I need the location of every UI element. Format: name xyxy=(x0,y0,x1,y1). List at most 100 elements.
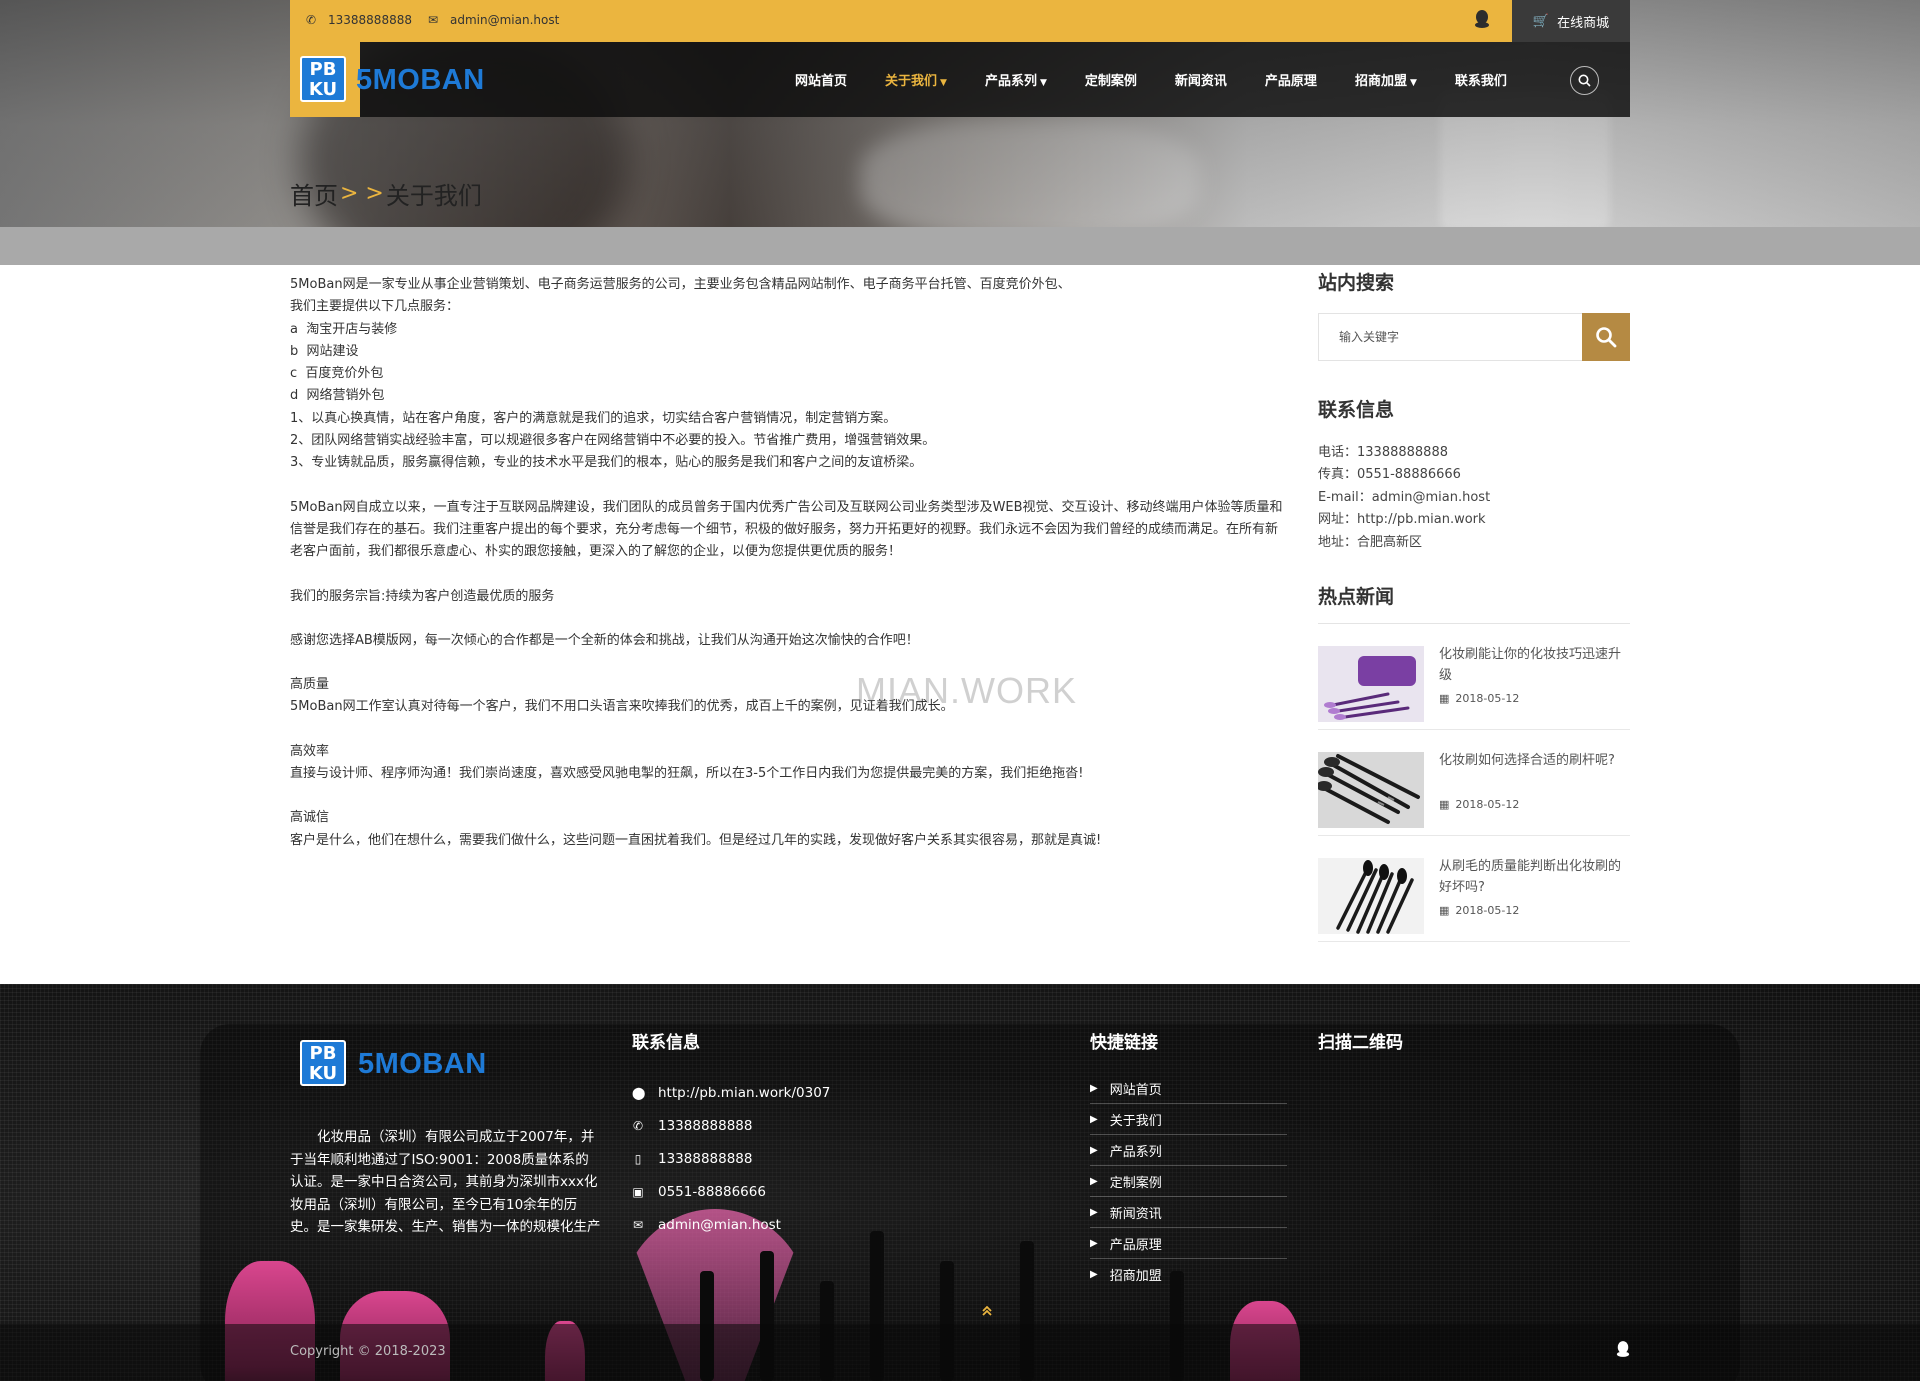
online-shop-label: 在线商城 xyxy=(1557,15,1610,31)
footer-contact-row: ⬤ http://pb.mian.work/0307 xyxy=(632,1084,831,1101)
footer-contact-row: ✆ 13388888888 xyxy=(632,1117,753,1134)
caret-down-icon: ▼ xyxy=(1039,78,1047,88)
news-thumbnail[interactable] xyxy=(1318,646,1424,723)
chevron-right-icon: ▶ xyxy=(1090,1269,1098,1280)
footer: PB KU 5MOBAN 化妆用品（深圳）有限公司成立于2007年，并于当年顺利… xyxy=(0,984,1920,1381)
contact-line: 地址：合肥高新区 xyxy=(1318,534,1423,550)
envelope-icon: ✉ xyxy=(632,1217,644,1232)
contact-line: 传真：0551-88886666 xyxy=(1318,467,1461,483)
content-paragraph: 高质量 5MoBan网工作室认真对待每一个客户，我们不用口头语言来吹捧我们的优秀… xyxy=(290,677,954,715)
search-icon xyxy=(1596,327,1617,348)
nav-item-franchise[interactable]: 招商加盟 ▼ xyxy=(1355,70,1417,89)
footer-contact-title: 联系信息 xyxy=(632,1033,700,1053)
footer-qr-title: 扫描二维码 xyxy=(1318,1033,1403,1053)
sidebar-search-title: 站内搜索 xyxy=(1318,272,1395,294)
qq-icon[interactable] xyxy=(1616,1341,1630,1361)
brand-name: 5MOBAN xyxy=(358,1048,487,1080)
footer-quick-links: ▶ 网站首页 ▶ 关于我们 ▶ 产品系列 ▶ 定制案例 ▶ 新闻资讯 ▶ 产品原理 ▶ 招商加… xyxy=(1090,1073,1287,1290)
footer-company-description: 化妆用品（深圳）有限公司成立于2007年，并于当年顺利地通过了ISO:9001：… xyxy=(290,1129,601,1236)
breadcrumb-separator: > > xyxy=(340,181,384,206)
sidebar-search-button[interactable] xyxy=(1582,313,1630,361)
nav-item-contact[interactable]: 联系我们 xyxy=(1455,70,1507,89)
news-thumbnail[interactable] xyxy=(1318,752,1424,829)
caret-down-icon: ▼ xyxy=(940,78,947,88)
news-title[interactable]: 从刷毛的质量能判断出化妆刷的好坏吗? xyxy=(1439,856,1630,898)
footer-contact-row: ✉ admin@mian.host xyxy=(632,1216,781,1233)
phone-icon: ✆ xyxy=(632,1118,644,1133)
footer-link[interactable]: ▶ 招商加盟 xyxy=(1090,1259,1287,1290)
main-navbar: PB KU 5MOBAN 网站首页 关于我们 ▼ 产品系列 ▼ 定制案例 新闻资讯 … xyxy=(290,42,1630,117)
news-date: ▦ 2018-05-12 xyxy=(1439,904,1520,918)
phone-icon: ✆ xyxy=(305,13,317,27)
sidebar-search-input[interactable] xyxy=(1319,314,1583,360)
nav-search-button[interactable] xyxy=(1570,66,1599,95)
about-content: 5MoBan网是一家专业从事企业营销策划、电子商务运营服务的公司，主要业务包含精… xyxy=(290,274,1286,852)
footer-link[interactable]: ▶ 产品原理 xyxy=(1090,1228,1287,1259)
caret-down-icon: ▼ xyxy=(1409,78,1417,88)
content-paragraph: 高诚信 客户是什么，他们在想什么，需要我们做什么，这些问题一直困扰着我们。但是经… xyxy=(290,810,1102,848)
footer-link[interactable]: ▶ 关于我们 xyxy=(1090,1104,1287,1135)
nav-item-products[interactable]: 产品系列 ▼ xyxy=(985,70,1047,89)
contact-line: 网址：http://pb.mian.work xyxy=(1318,512,1486,528)
chevron-right-icon: ▶ xyxy=(1090,1175,1098,1187)
content-paragraph: 我们的服务宗旨:持续为客户创造最优质的服务 xyxy=(290,588,555,604)
news-title[interactable]: 化妆刷如何选择合适的刷杆呢? xyxy=(1439,750,1630,771)
footer-links-title: 快捷链接 xyxy=(1090,1033,1158,1053)
footer-contact-row: ▣ 0551-88886666 xyxy=(632,1183,766,1200)
chevron-right-icon: ▶ xyxy=(1090,1082,1098,1094)
breadcrumb-current: 关于我们 xyxy=(385,182,482,210)
nav-item-home[interactable]: 网站首页 xyxy=(795,70,847,89)
brand-name[interactable]: 5MOBAN xyxy=(356,64,485,97)
calendar-icon: ▦ xyxy=(1439,798,1450,812)
breadcrumb-home[interactable]: 首页 xyxy=(290,176,338,211)
sidebar: 站内搜索 联系信息 电话：13388888888 传真：0551-8888666… xyxy=(1318,268,1630,943)
sidebar-contact-title: 联系信息 xyxy=(1318,399,1395,421)
brand-logo-mark: PB KU xyxy=(300,56,346,102)
news-item[interactable]: 化妆刷能让你的化妆技巧迅速升级 ▦ 2018-05-12 xyxy=(1318,624,1630,731)
footer-link[interactable]: ▶ 产品系列 xyxy=(1090,1135,1287,1166)
nav-item-cases[interactable]: 定制案例 xyxy=(1085,70,1137,89)
content-paragraph: 5MoBan网自成立以来，一直专注于互联网品牌建设，我们团队的成员曾务于国内优秀… xyxy=(290,499,1283,560)
news-item[interactable]: 从刷毛的质量能判断出化妆刷的好坏吗? ▦ 2018-05-12 xyxy=(1318,836,1630,943)
news-title[interactable]: 化妆刷能让你的化妆技巧迅速升级 xyxy=(1439,644,1630,686)
calendar-icon: ▦ xyxy=(1439,904,1450,918)
chevron-right-icon: ▶ xyxy=(1090,1113,1098,1125)
nav-item-news[interactable]: 新闻资讯 xyxy=(1175,70,1227,89)
search-icon xyxy=(1578,74,1591,87)
top-contact-bar: ✆ 13388888888 ✉ admin@mian.host 🛒 在线商城 xyxy=(290,0,1630,42)
footer-link[interactable]: ▶ 网站首页 xyxy=(1090,1073,1287,1104)
content-paragraph: 感谢您选择AB模版网，每一次倾心的合作都是一个全新的体会和挑战，让我们从沟通开始… xyxy=(290,632,919,648)
footer-contact-list: ⬤ http://pb.mian.work/0307 ✆ 13388888888… xyxy=(632,1076,830,1241)
footer-link[interactable]: ▶ 新闻资讯 xyxy=(1090,1197,1287,1228)
breadcrumb: 首页 > > 关于我们 xyxy=(290,176,482,211)
cart-icon: 🛒 xyxy=(1532,13,1550,29)
watermark: MIAN.WORK xyxy=(856,670,1077,711)
online-shop-button[interactable]: 🛒 在线商城 xyxy=(1512,0,1630,42)
sidebar-news-title: 热点新闻 xyxy=(1318,586,1395,609)
chevron-right-icon: ▶ xyxy=(1090,1206,1098,1218)
envelope-icon: ✉ xyxy=(427,13,439,27)
top-email-text: admin@mian.host xyxy=(450,13,560,27)
footer-logo[interactable]: PB KU 5MOBAN xyxy=(300,1040,486,1086)
news-thumbnail[interactable] xyxy=(1318,858,1424,935)
nav-item-about[interactable]: 关于我们 ▼ xyxy=(885,70,947,89)
mobile-icon: ▯ xyxy=(634,1151,642,1166)
nav-item-principle[interactable]: 产品原理 xyxy=(1265,70,1317,89)
news-item[interactable]: 化妆刷如何选择合适的刷杆呢? ▦ 2018-05-12 xyxy=(1318,730,1630,837)
content-paragraph: 高效率 直接与设计师、程序师沟通！我们崇尚速度，喜欢感受风驰电掣的狂飙，所以在3… xyxy=(290,743,1084,782)
news-date: ▦ 2018-05-12 xyxy=(1439,798,1520,812)
qq-icon[interactable] xyxy=(1474,10,1490,33)
top-phone: ✆ 13388888888 xyxy=(304,13,412,27)
fax-icon: ▣ xyxy=(632,1184,644,1199)
copyright: Copyright © 2018-2023 xyxy=(290,1344,446,1359)
chevron-right-icon: ▶ xyxy=(1090,1144,1098,1156)
chevron-right-icon: ▶ xyxy=(1090,1237,1098,1249)
back-to-top-icon[interactable] xyxy=(981,1305,993,1321)
top-phone-text: 13388888888 xyxy=(328,13,412,27)
calendar-icon: ▦ xyxy=(1439,692,1450,706)
brand-logo-mark: PB KU xyxy=(300,1040,346,1086)
footer-link[interactable]: ▶ 定制案例 xyxy=(1090,1166,1287,1197)
logo-box[interactable]: PB KU xyxy=(290,42,360,117)
news-date: ▦ 2018-05-12 xyxy=(1439,692,1520,706)
contact-line: E-mail：admin@mian.host xyxy=(1318,489,1491,505)
